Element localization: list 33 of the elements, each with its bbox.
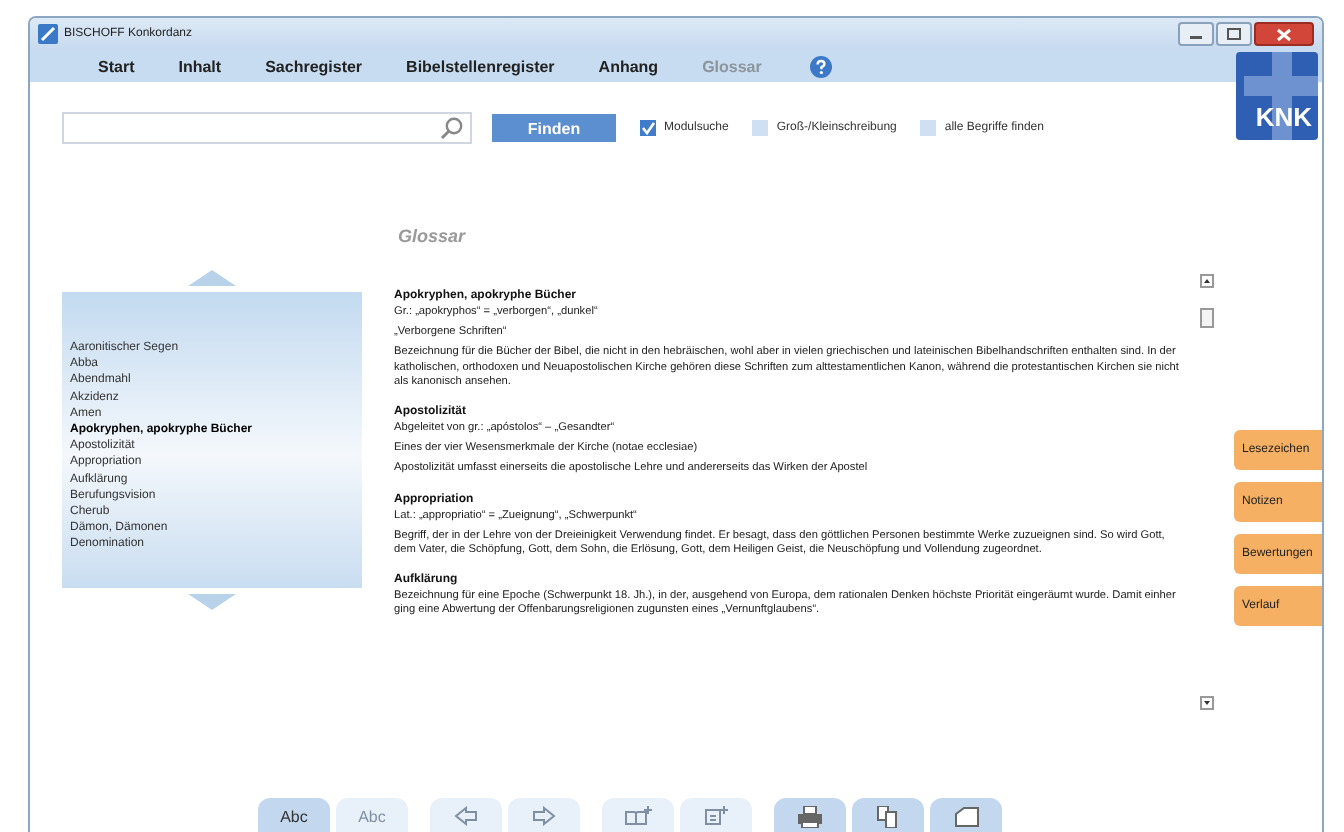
close-button[interactable]	[1254, 22, 1314, 46]
knk-logo: KNK	[1236, 52, 1318, 140]
font-size-button[interactable]: Abc	[258, 798, 330, 832]
nav-tab[interactable]: Start	[98, 57, 135, 75]
search-icon	[440, 116, 464, 140]
nav-tab[interactable]: Bibelstellenregister	[406, 57, 555, 75]
checkbox[interactable]	[752, 120, 769, 136]
scroll-up-icon	[1200, 274, 1214, 288]
scroll-down-icon	[1200, 696, 1214, 710]
checkbox[interactable]	[920, 120, 937, 136]
nav-tab[interactable]: Anhang	[598, 57, 659, 75]
printer-icon	[796, 805, 824, 827]
book-plus-icon	[624, 806, 652, 826]
maximize-button[interactable]	[1216, 22, 1252, 46]
help-icon[interactable]	[809, 55, 832, 77]
print-button[interactable]	[774, 798, 846, 832]
arrow-left-icon	[454, 806, 478, 826]
folder-button[interactable]	[930, 798, 1002, 832]
copy-button[interactable]	[852, 798, 924, 832]
copy-icon	[876, 805, 900, 827]
maximize-icon	[1226, 28, 1242, 40]
scrollbar-thumb[interactable]	[1200, 308, 1214, 328]
nav-tab[interactable]: Sachregister	[265, 57, 363, 75]
checkbox[interactable]	[640, 120, 656, 136]
minimize-button[interactable]	[1178, 22, 1214, 46]
arrow-right-icon	[532, 806, 556, 826]
section-title: Glossar	[398, 226, 468, 246]
nav-tab[interactable]: Inhalt	[178, 57, 222, 75]
app-icon	[38, 24, 58, 44]
note-plus-icon	[702, 806, 730, 826]
search-field[interactable]	[62, 112, 472, 144]
close-icon	[1276, 27, 1292, 41]
folder-icon	[953, 805, 979, 827]
